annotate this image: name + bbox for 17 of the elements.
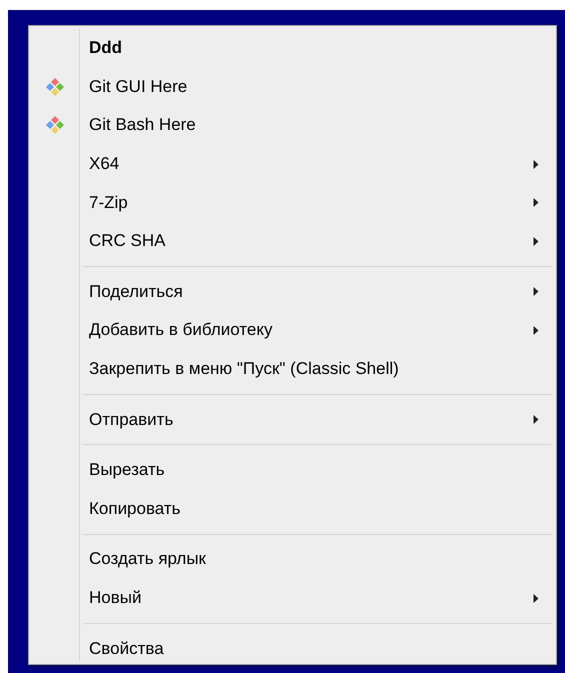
menu-item[interactable]: Добавить в библиотеку [31, 311, 554, 350]
menu-item[interactable]: Ddd [31, 29, 554, 68]
menu-item[interactable]: Копировать [31, 490, 554, 528]
menu-item[interactable]: Вырезать [31, 450, 554, 490]
menu-item[interactable]: Отправить [31, 400, 554, 439]
menu-item[interactable]: X64 [31, 144, 554, 184]
menu-item[interactable]: 7-Zip [31, 183, 554, 222]
menu-item[interactable]: Новый [31, 578, 554, 618]
menu-item[interactable]: CRC SHA [31, 222, 554, 261]
menu-item[interactable]: Создать ярлык [31, 540, 554, 579]
menu-item[interactable]: Свойства [31, 629, 554, 668]
diamond-logo-icon [45, 76, 65, 97]
diamond-logo-icon [45, 115, 65, 136]
menu-item[interactable]: Git Bash Here [31, 106, 554, 145]
menu-item[interactable]: Поделиться [31, 272, 554, 312]
menu-item[interactable]: Git GUI Here [31, 68, 554, 106]
menu-item[interactable]: Закрепить в меню "Пуск" (Classic Shell) [31, 350, 554, 388]
